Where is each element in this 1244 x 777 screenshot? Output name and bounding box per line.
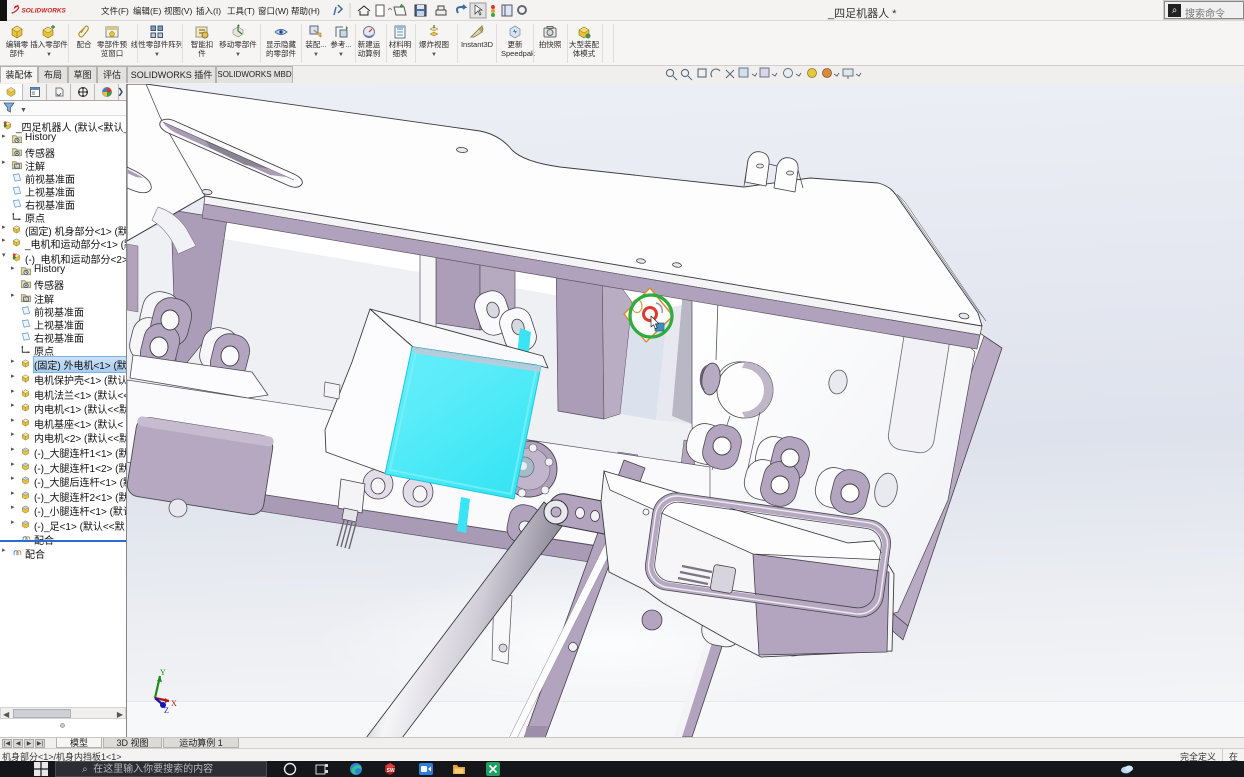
svg-text:X: X bbox=[171, 699, 177, 708]
svg-text:A: A bbox=[24, 297, 27, 302]
svg-text:A: A bbox=[15, 164, 18, 169]
svg-text:Z: Z bbox=[164, 706, 169, 715]
svg-text:SOLIDWORKS: SOLIDWORKS bbox=[21, 8, 66, 15]
svg-text:SW: SW bbox=[387, 768, 395, 774]
svg-text:Y: Y bbox=[160, 668, 166, 677]
